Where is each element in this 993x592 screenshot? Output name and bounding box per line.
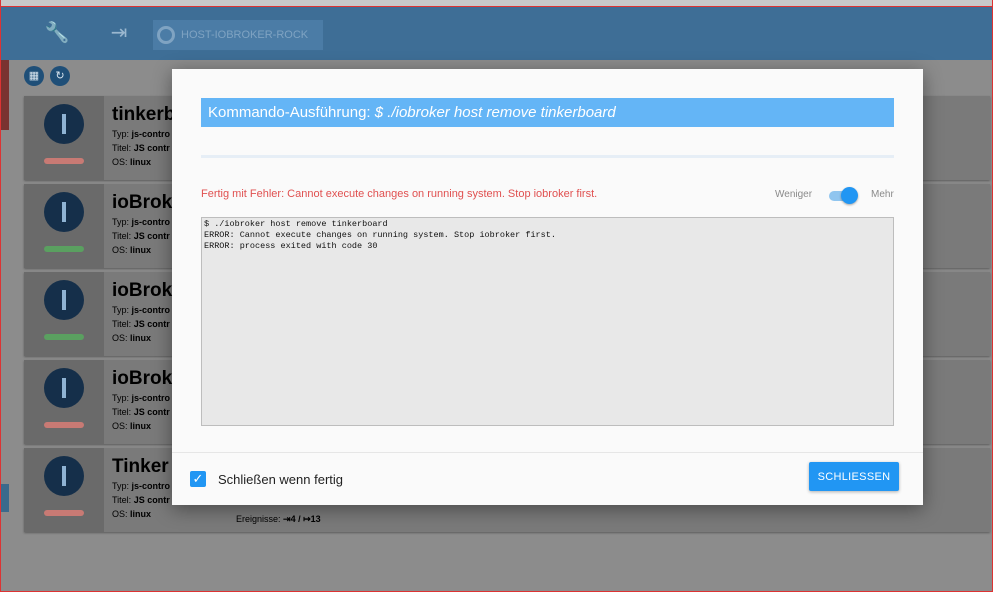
dialog-title: Kommando-Ausführung: $ ./iobroker host r… bbox=[201, 98, 894, 127]
host-type-row: Typ: js-contro bbox=[112, 305, 170, 315]
log-line: ERROR: Cannot execute changes on running… bbox=[204, 230, 556, 240]
host-title-row: Titel: JS contr bbox=[112, 319, 170, 329]
log-line: $ ./iobroker host remove tinkerboard bbox=[204, 219, 388, 229]
host-title: JS contr bbox=[133, 231, 170, 241]
host-os: linux bbox=[130, 333, 152, 343]
titel-label: Titel: bbox=[112, 143, 132, 153]
host-title-row: Titel: JS contr bbox=[112, 231, 170, 241]
iobroker-logo-icon bbox=[44, 192, 84, 232]
host-logo-area bbox=[24, 360, 104, 444]
view-toggle-button[interactable]: ▦ bbox=[24, 66, 44, 86]
iobroker-logo-icon bbox=[44, 104, 84, 144]
host-title: JS contr bbox=[133, 407, 170, 417]
dialog-footer: ✓ Schließen wenn fertig SCHLIESSEN bbox=[172, 452, 923, 506]
host-status-indicator bbox=[44, 334, 84, 340]
toggle-more-label: Mehr bbox=[871, 189, 894, 200]
dialog-title-prefix: Kommando-Ausführung: bbox=[208, 104, 375, 121]
host-type: js-contro bbox=[131, 393, 171, 403]
host-type-row: Typ: js-contro bbox=[112, 481, 170, 491]
host-type: js-contro bbox=[131, 305, 171, 315]
host-title-row: Titel: JS contr bbox=[112, 495, 170, 505]
iobroker-logo-icon bbox=[44, 368, 84, 408]
host-os-row: OS: linux bbox=[112, 333, 151, 343]
host-logo-area bbox=[24, 272, 104, 356]
host-title: JS contr bbox=[133, 143, 170, 153]
host-name: Tinker bbox=[112, 456, 169, 477]
host-type-row: Typ: js-contro bbox=[112, 129, 170, 139]
events-value: ⇥4 / ↦13 bbox=[283, 514, 321, 524]
exit-icon[interactable]: ⇥ bbox=[105, 19, 133, 47]
host-logo-area bbox=[24, 96, 104, 180]
host-title-row: Titel: JS contr bbox=[112, 407, 170, 417]
host-os-row: OS: linux bbox=[112, 245, 151, 255]
host-logo-area bbox=[24, 448, 104, 532]
host-name: ioBrok bbox=[112, 368, 173, 389]
error-message: Fertig mit Fehler: Cannot execute change… bbox=[201, 188, 598, 200]
titel-label: Titel: bbox=[112, 407, 132, 417]
close-when-done-label[interactable]: Schließen wenn fertig bbox=[218, 472, 343, 487]
progress-bar bbox=[201, 155, 894, 158]
host-type: js-contro bbox=[131, 217, 171, 227]
checkmark-icon: ✓ bbox=[192, 471, 204, 486]
host-os: linux bbox=[130, 245, 152, 255]
iobroker-logo-icon bbox=[157, 26, 175, 45]
toggle-less-label: Weniger bbox=[775, 189, 813, 200]
host-title-row: Titel: JS contr bbox=[112, 143, 170, 153]
typ-label: Typ: bbox=[112, 393, 130, 403]
host-os-row: OS: linux bbox=[112, 157, 151, 167]
titel-label: Titel: bbox=[112, 319, 132, 329]
host-os: linux bbox=[130, 421, 152, 431]
log-line: ERROR: process exited with code 30 bbox=[204, 241, 378, 251]
wrench-icon[interactable]: 🔧 bbox=[43, 19, 71, 47]
iobroker-logo-icon bbox=[44, 456, 84, 496]
host-os-row: OS: linux bbox=[112, 509, 151, 519]
host-events: Ereignisse: ⇥4 / ↦13 bbox=[236, 514, 321, 525]
host-status-indicator bbox=[44, 246, 84, 252]
app-toolbar: 🔧 ⇥ HOST-IOBROKER-ROCK bbox=[1, 7, 992, 60]
host-selector[interactable]: HOST-IOBROKER-ROCK bbox=[153, 20, 323, 50]
titel-label: Titel: bbox=[112, 495, 132, 505]
titel-label: Titel: bbox=[112, 231, 132, 241]
host-type: js-contro bbox=[131, 129, 171, 139]
command-dialog: Kommando-Ausführung: $ ./iobroker host r… bbox=[172, 69, 923, 505]
typ-label: Typ: bbox=[112, 129, 130, 139]
host-name: tinkerb bbox=[112, 104, 176, 125]
os-label: OS: bbox=[112, 157, 128, 167]
host-type-row: Typ: js-contro bbox=[112, 393, 170, 403]
os-label: OS: bbox=[112, 421, 128, 431]
typ-label: Typ: bbox=[112, 481, 130, 491]
host-os: linux bbox=[130, 157, 152, 167]
os-label: OS: bbox=[112, 333, 128, 343]
events-label: Ereignisse: bbox=[236, 514, 281, 524]
host-os: linux bbox=[130, 509, 152, 519]
host-title: JS contr bbox=[133, 319, 170, 329]
host-name: ioBrok bbox=[112, 280, 173, 301]
host-os-row: OS: linux bbox=[112, 421, 151, 431]
side-strip-blue bbox=[1, 484, 9, 512]
dialog-title-command: $ ./iobroker host remove tinkerboard bbox=[374, 104, 616, 121]
host-selector-label: HOST-IOBROKER-ROCK bbox=[181, 29, 309, 41]
host-logo-area bbox=[24, 184, 104, 268]
side-strip bbox=[1, 60, 9, 130]
typ-label: Typ: bbox=[112, 217, 130, 227]
close-button[interactable]: SCHLIESSEN bbox=[809, 462, 899, 491]
close-when-done-checkbox[interactable]: ✓ bbox=[190, 471, 206, 487]
host-title: JS contr bbox=[133, 495, 170, 505]
switch-thumb[interactable] bbox=[841, 187, 858, 204]
iobroker-logo-icon bbox=[44, 280, 84, 320]
host-status-indicator bbox=[44, 422, 84, 428]
os-label: OS: bbox=[112, 245, 128, 255]
host-status-indicator bbox=[44, 158, 84, 164]
detail-toggle-switch[interactable] bbox=[827, 187, 858, 205]
window-top-edge bbox=[0, 0, 993, 7]
host-status-indicator bbox=[44, 510, 84, 516]
command-output-log[interactable]: $ ./iobroker host remove tinkerboard ERR… bbox=[201, 217, 894, 426]
os-label: OS: bbox=[112, 509, 128, 519]
refresh-button[interactable]: ↻ bbox=[50, 66, 70, 86]
host-type: js-contro bbox=[131, 481, 171, 491]
typ-label: Typ: bbox=[112, 305, 130, 315]
host-type-row: Typ: js-contro bbox=[112, 217, 170, 227]
